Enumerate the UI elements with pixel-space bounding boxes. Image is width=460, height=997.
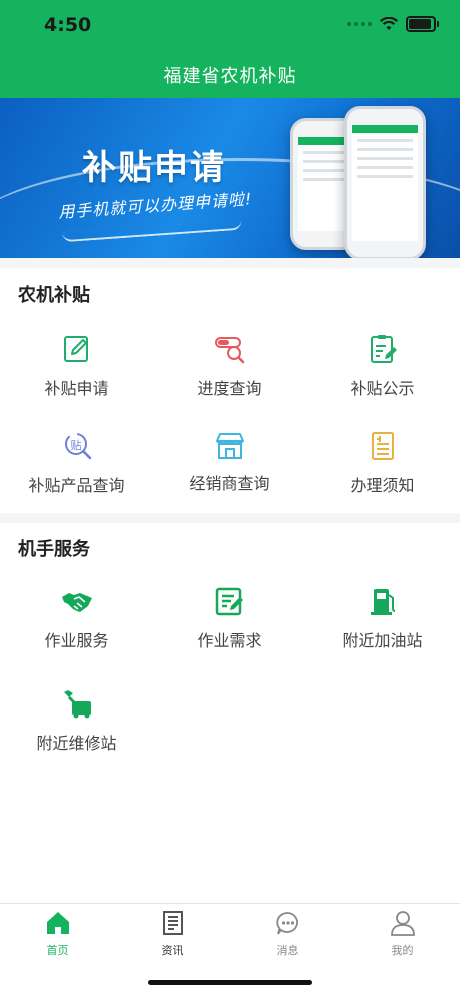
banner-title: 补贴申请 <box>82 148 226 188</box>
grid-item-label: 补贴产品查询 <box>28 476 125 495</box>
grid-item-label: 补贴公示 <box>350 379 415 398</box>
grid-item-nearby-repair-station[interactable]: 附近维修站 <box>0 688 153 778</box>
tab-label: 我的 <box>391 944 414 957</box>
grid-item-label: 办理须知 <box>350 476 415 495</box>
home-indicator[interactable] <box>148 980 312 985</box>
tab-home[interactable]: 首页 <box>0 910 115 958</box>
section-title-operator-service: 机手服务 <box>18 539 90 560</box>
grid-item-label: 作业需求 <box>197 631 262 650</box>
clipboard-edit-icon <box>370 335 397 363</box>
wifi-icon <box>380 17 398 30</box>
page-title: 福建省农机补贴 <box>163 66 297 87</box>
news-icon <box>162 911 183 935</box>
grid-item-nearby-gas-station[interactable]: 附近加油站 <box>306 585 459 675</box>
promo-banner[interactable]: 补贴申请 用手机就可以办理申请啦! <box>0 98 460 258</box>
section-title-farm-subsidy: 农机补贴 <box>18 285 90 306</box>
handshake-icon <box>61 593 92 612</box>
grid-item-label: 进度查询 <box>197 379 262 398</box>
grid-item-operation-demand[interactable]: 作业需求 <box>153 585 306 675</box>
progress-search-icon <box>214 337 244 364</box>
subsidy-search-icon: 贴 <box>64 433 91 460</box>
status-time: 4:50 <box>44 14 92 36</box>
tab-label: 资讯 <box>161 944 184 957</box>
grid-item-subsidy-apply[interactable]: 补贴申请 <box>0 333 153 423</box>
grid-item-label: 附近加油站 <box>342 631 423 650</box>
grid-item-label: 补贴申请 <box>44 379 109 398</box>
message-icon <box>275 912 298 935</box>
grid-item-subsidy-publicity[interactable]: 补贴公示 <box>306 333 459 423</box>
tab-news[interactable]: 资讯 <box>115 910 230 958</box>
status-icons <box>347 16 439 32</box>
section-divider <box>0 513 460 523</box>
phone-illustration <box>344 106 426 258</box>
tab-label: 首页 <box>46 944 69 957</box>
grid-item-operation-service[interactable]: 作业服务 <box>0 585 153 675</box>
tab-profile[interactable]: 我的 <box>345 910 460 958</box>
notice-doc-icon <box>371 432 394 460</box>
battery-icon <box>406 16 439 32</box>
grid-item-dealer-query[interactable]: 经销商查询 <box>153 430 306 520</box>
edit-icon <box>63 336 88 362</box>
app-header: 4:50 福建省农机补贴 <box>0 0 460 98</box>
store-icon <box>215 433 244 459</box>
grid-item-subsidy-product-query[interactable]: 贴 补贴产品查询 <box>0 430 153 520</box>
gas-station-icon <box>370 589 395 615</box>
grid-item-handling-notice[interactable]: 办理须知 <box>306 430 459 520</box>
repair-wrench-icon <box>63 690 91 719</box>
svg-text:贴: 贴 <box>70 438 81 452</box>
section-divider <box>0 258 460 268</box>
home-icon <box>46 912 69 934</box>
grid-item-progress-query[interactable]: 进度查询 <box>153 333 306 423</box>
tab-label: 消息 <box>276 944 299 957</box>
grid-item-label: 附近维修站 <box>36 734 117 753</box>
user-icon <box>390 911 415 936</box>
grid-item-label: 经销商查询 <box>189 474 270 493</box>
tab-messages[interactable]: 消息 <box>230 910 345 958</box>
demand-edit-icon <box>215 587 243 616</box>
signal-icon <box>347 22 372 26</box>
grid-item-label: 作业服务 <box>44 631 109 650</box>
